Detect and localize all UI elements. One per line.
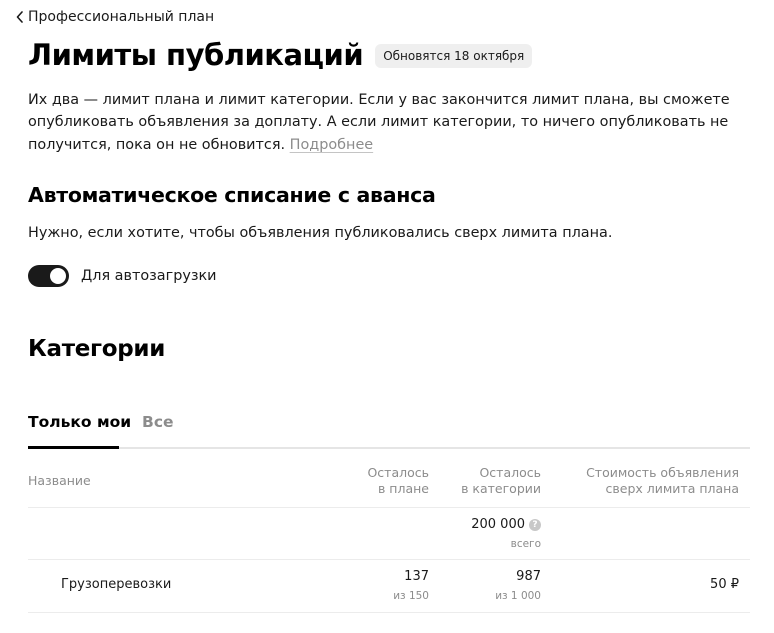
toggle-knob [50, 268, 66, 284]
autoload-toggle[interactable] [28, 265, 69, 287]
column-category-left-line1: Осталось [479, 465, 541, 480]
autopay-title: Автоматическое списание с аванса [28, 183, 436, 207]
row-plan-left-value: 137 [404, 569, 429, 584]
column-plan-left: Осталось в плане [367, 465, 429, 497]
more-link[interactable]: Подробнее [290, 137, 374, 153]
chevron-left-icon [16, 11, 23, 23]
row-plan-left: 137 из 150 [393, 569, 429, 602]
back-link[interactable]: Профессиональный план [16, 9, 214, 25]
tab-all[interactable]: Все [142, 413, 174, 431]
total-cell: 200 000 ? всего [471, 517, 541, 550]
column-plan-left-line2: в плане [377, 481, 429, 496]
column-category-left-line2: в категории [461, 481, 541, 496]
column-plan-left-line1: Осталось [367, 465, 429, 480]
autoload-toggle-label: Для автозагрузки [81, 268, 217, 284]
row-plan-total: из 150 [393, 590, 429, 602]
row-category-total: из 1 000 [495, 590, 541, 602]
categories-table: Название Осталось в плане Осталось в кат… [28, 448, 750, 613]
column-name: Название [28, 473, 91, 488]
total-value-wrap: 200 000 ? [471, 517, 541, 532]
column-extra-cost-line1: Стоимость объявления [586, 465, 739, 480]
tab-only-mine[interactable]: Только мои [28, 413, 131, 431]
update-badge: Обновятся 18 октября [375, 44, 533, 68]
back-link-label: Профессиональный план [28, 9, 215, 25]
autopay-description: Нужно, если хотите, чтобы объявления пуб… [28, 225, 613, 241]
column-extra-cost: Стоимость объявления сверх лимита плана [586, 465, 739, 497]
total-caption: всего [510, 538, 541, 550]
page-title: Лимиты публикаций [28, 38, 364, 72]
categories-title: Категории [28, 336, 166, 362]
column-extra-cost-line2: сверх лимита плана [605, 481, 739, 496]
row-category-left-value: 987 [516, 569, 541, 584]
table-row: Грузоперевозки 137 из 150 987 из 1 000 5… [28, 560, 750, 613]
row-extra-cost: 50 ₽ [710, 577, 739, 592]
category-tabs: Только мои Все [28, 409, 750, 449]
total-value: 200 000 [471, 517, 525, 532]
row-category-left: 987 из 1 000 [495, 569, 541, 602]
intro-body: Их два — лимит плана и лимит категории. … [28, 92, 730, 153]
table-header: Название Осталось в плане Осталось в кат… [28, 448, 750, 508]
question-circle-icon[interactable]: ? [529, 518, 541, 531]
title-row: Лимиты публикаций Обновятся 18 октября [28, 36, 533, 74]
row-category-name: Грузоперевозки [61, 577, 172, 592]
total-row: 200 000 ? всего [28, 508, 750, 560]
intro-text: Их два — лимит плана и лимит категории. … [28, 89, 740, 156]
column-category-left: Осталось в категории [461, 465, 541, 497]
autoload-toggle-row: Для автозагрузки [28, 265, 217, 287]
